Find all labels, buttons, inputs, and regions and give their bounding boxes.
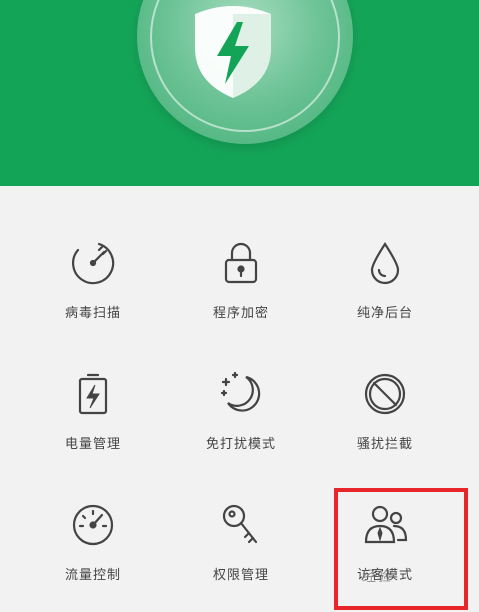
moon-stars-icon xyxy=(216,369,266,419)
feature-harassment-block[interactable]: 骚扰拦截 xyxy=(315,317,455,452)
feature-virus-scan[interactable]: 病毒扫描 xyxy=(23,186,163,321)
guest-users-icon xyxy=(360,500,410,550)
feature-grid: 病毒扫描 程序加密 纯净后台 电量管理 免打扰模式 骚扰拦截 流量控制 权限管理… xyxy=(0,186,479,612)
block-icon xyxy=(360,369,410,419)
feature-permissions[interactable]: 权限管理 xyxy=(171,448,311,583)
feature-label: 流量控制 xyxy=(64,568,121,583)
radar-scan-icon xyxy=(68,238,118,288)
feature-app-lock[interactable]: 程序加密 xyxy=(171,186,311,321)
feature-battery[interactable]: 电量管理 xyxy=(23,317,163,452)
feature-do-not-disturb[interactable]: 免打扰模式 xyxy=(171,317,311,452)
header-banner xyxy=(0,0,479,186)
key-icon xyxy=(216,500,266,550)
speedometer-icon xyxy=(68,500,118,550)
lock-icon xyxy=(216,238,266,288)
feature-clean-background[interactable]: 纯净后台 xyxy=(315,186,455,321)
feature-guest-mode[interactable]: 访客模式 xyxy=(315,448,455,583)
feature-label: 权限管理 xyxy=(212,568,269,583)
watermark: 经验 xyxy=(362,569,392,585)
shield-lightning-icon xyxy=(195,6,271,98)
water-drop-icon xyxy=(360,238,410,288)
battery-bolt-icon xyxy=(68,369,118,419)
feature-data-control[interactable]: 流量控制 xyxy=(23,448,163,583)
